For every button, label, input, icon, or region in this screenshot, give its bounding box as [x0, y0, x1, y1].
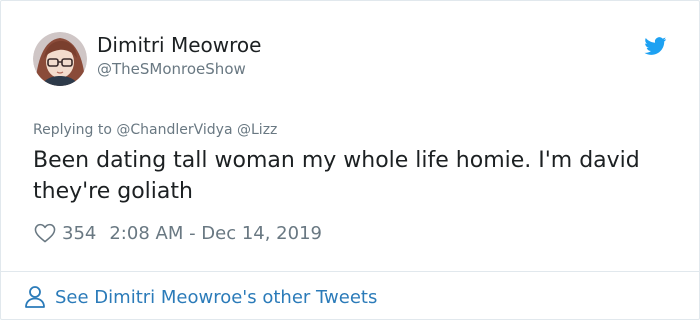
embedded-tweet-card: Dimitri Meowroe @TheSMonroeShow Replying…	[0, 0, 700, 320]
reply-context: Replying to @ChandlerVidya @Lizz	[33, 122, 277, 138]
avatar-image	[33, 32, 87, 86]
avatar[interactable]	[33, 32, 87, 86]
card-divider	[1, 271, 699, 272]
reply-mention[interactable]: @ChandlerVidya	[116, 122, 232, 138]
like-count[interactable]: 354	[62, 223, 96, 244]
reply-mention[interactable]: @Lizz	[237, 122, 277, 138]
tweet-text: Been dating tall woman my whole life hom…	[33, 148, 640, 204]
see-other-tweets-label: See Dimitri Meowroe's other Tweets	[55, 286, 378, 308]
author-display-name[interactable]: Dimitri Meowroe	[97, 33, 261, 57]
author-handle[interactable]: @TheSMonroeShow	[97, 60, 246, 78]
see-other-tweets-link[interactable]: See Dimitri Meowroe's other Tweets	[24, 284, 377, 310]
tweet-meta: 354 2:08 AM - Dec 14, 2019	[34, 221, 322, 245]
person-icon	[25, 286, 45, 308]
heart-icon[interactable]	[34, 223, 56, 243]
tweet-timestamp[interactable]: 2:08 AM - Dec 14, 2019	[109, 223, 322, 244]
reply-prefix: Replying to	[33, 122, 112, 138]
twitter-bird-icon[interactable]	[643, 35, 668, 57]
